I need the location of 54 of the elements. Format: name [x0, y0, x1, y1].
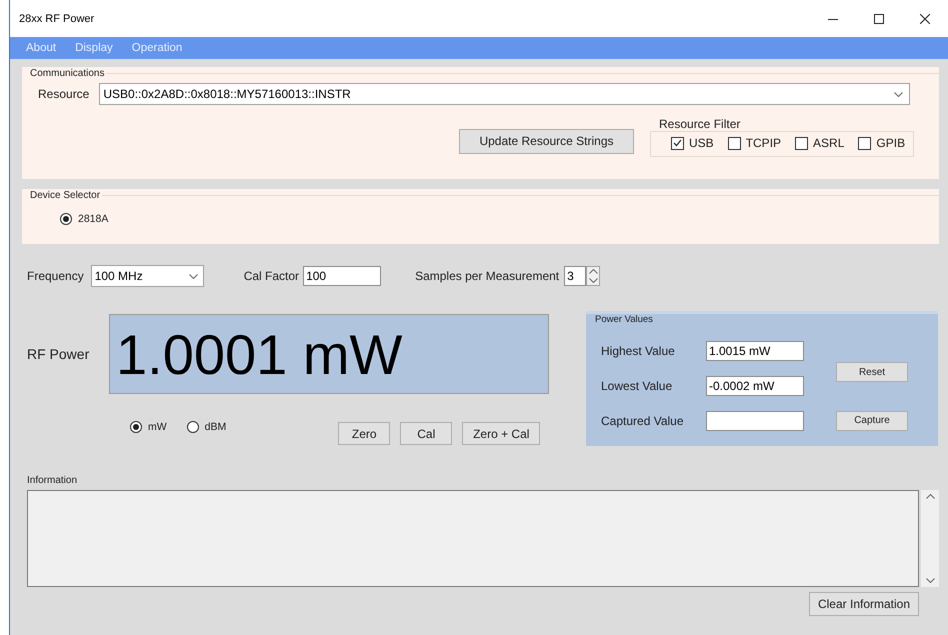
- value-label: Captured Value: [601, 414, 684, 428]
- radio-button[interactable]: [186, 420, 199, 432]
- group-title: Communications: [29, 68, 106, 78]
- value-field[interactable]: [706, 410, 804, 430]
- action-button[interactable]: Zero: [338, 422, 390, 445]
- checkbox-label: TCPIP: [746, 136, 782, 150]
- radio-label: dBM: [204, 420, 226, 432]
- radio-button[interactable]: [60, 213, 72, 225]
- resource-label: Resource: [38, 87, 90, 101]
- chevron-down-icon: [188, 274, 198, 278]
- power-reading: 1.0001 mW: [116, 322, 402, 386]
- checkbox[interactable]: [728, 136, 741, 150]
- chevron-down-icon: [588, 278, 598, 283]
- rf-power-label: RF Power: [27, 346, 90, 362]
- chevron-up-icon: [588, 269, 598, 274]
- group-title: Device Selector: [29, 190, 102, 200]
- checkbox[interactable]: [858, 136, 872, 150]
- group-title: Resource Filter: [658, 117, 742, 131]
- close-icon: [920, 14, 930, 24]
- action-button[interactable]: Capture: [836, 410, 908, 430]
- samples-field[interactable]: 3: [564, 266, 586, 286]
- frequency-label: Frequency: [27, 269, 84, 283]
- group-title: Power Values: [595, 314, 654, 325]
- checkbox-label: ASRL: [813, 136, 844, 150]
- checkbox[interactable]: [795, 136, 808, 150]
- scrollbar[interactable]: [921, 490, 939, 587]
- maximize-icon: [874, 14, 884, 24]
- information-label: Information: [27, 475, 78, 486]
- action-button[interactable]: Zero + Cal: [462, 422, 540, 445]
- window-title: 28xx RF Power: [19, 12, 96, 24]
- resource-dropdown[interactable]: USB0::0x2A8D::0x8018::MY57160013::INSTR: [99, 83, 910, 105]
- radio-label: mW: [148, 420, 167, 432]
- checkbox-label: GPIB: [876, 136, 906, 150]
- action-button[interactable]: Cal: [400, 422, 452, 445]
- checkbox[interactable]: [671, 136, 684, 150]
- update-resource-strings-button[interactable]: Update Resource Strings: [459, 128, 634, 154]
- information-text-area[interactable]: [27, 490, 919, 587]
- samples-label: Samples per Measurement: [415, 269, 560, 283]
- chevron-down-icon: [926, 578, 934, 583]
- value-field[interactable]: -0.0002 mW: [706, 376, 804, 396]
- value-label: Highest Value: [601, 344, 676, 358]
- cal-factor-label: Cal Factor: [244, 269, 300, 283]
- chevron-up-icon: [926, 494, 934, 499]
- radio-label: 2818A: [78, 213, 108, 225]
- value-label: Lowest Value: [601, 378, 674, 392]
- cal-factor-field[interactable]: 100: [303, 266, 382, 286]
- frequency-dropdown[interactable]: 100 MHz: [90, 265, 204, 287]
- clear-information-button[interactable]: Clear Information: [809, 592, 919, 616]
- checkbox-label: USB: [689, 136, 714, 150]
- spinner-control[interactable]: [586, 266, 600, 286]
- action-button[interactable]: Reset: [836, 362, 908, 382]
- chevron-down-icon: [894, 92, 904, 96]
- radio-button[interactable]: [130, 420, 142, 432]
- value-field[interactable]: 1.0015 mW: [706, 340, 804, 360]
